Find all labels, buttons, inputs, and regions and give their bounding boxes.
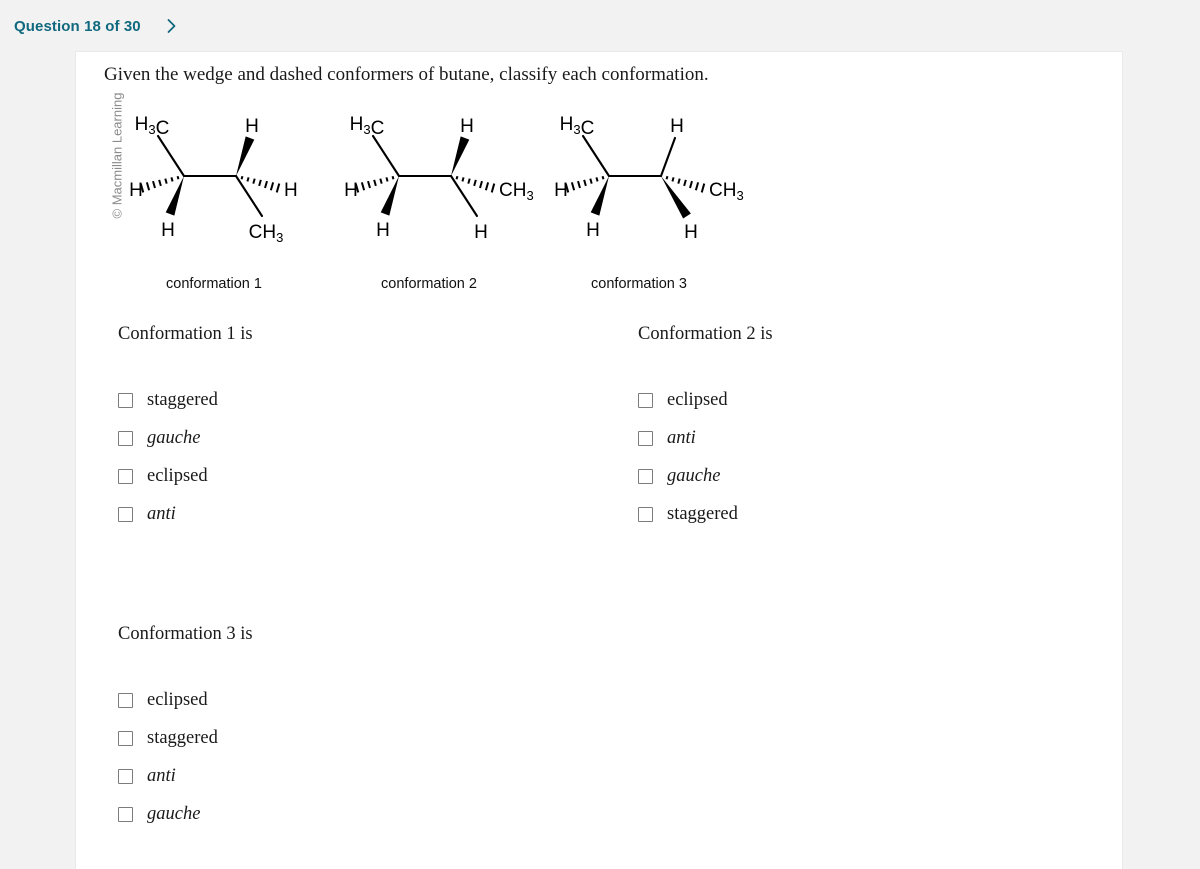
conformer-structure-1: H3C H H H H CH3 (106, 98, 322, 278)
svg-text:H: H (284, 180, 298, 201)
option-label: anti (147, 503, 176, 524)
conformer-figure-3: H3C H H H CH3 Hconformation 3 (531, 98, 747, 303)
option-label: eclipsed (667, 389, 728, 410)
svg-text:H: H (586, 220, 600, 241)
option-label: staggered (667, 503, 738, 524)
svg-text:H: H (460, 116, 474, 137)
checkbox-icon[interactable] (638, 468, 653, 484)
option-label: gauche (147, 427, 201, 448)
conformer-caption-3: conformation 3 (591, 276, 687, 292)
svg-text:H3C: H3C (560, 114, 595, 139)
option-label: anti (667, 427, 696, 448)
conformer-structure-2: H3C H H H CH3 H (321, 98, 537, 278)
answer-group-heading-3: Conformation 3 is (118, 624, 253, 644)
option-row[interactable]: anti (638, 419, 773, 457)
checkbox-icon[interactable] (118, 506, 133, 522)
svg-text:H: H (245, 116, 259, 137)
conformer-caption-1: conformation 1 (166, 276, 262, 292)
option-label: gauche (147, 803, 201, 824)
svg-text:H3C: H3C (135, 114, 170, 139)
svg-text:CH3: CH3 (709, 180, 744, 203)
svg-text:CH3: CH3 (249, 222, 284, 245)
svg-text:H: H (161, 220, 175, 241)
svg-text:H: H (376, 220, 390, 241)
option-label: anti (147, 765, 176, 786)
svg-text:H: H (684, 222, 698, 243)
svg-text:H: H (129, 180, 143, 201)
conformer-figure-1: H3C H H H H CH3 conformation 1 (106, 98, 322, 303)
option-row[interactable]: staggered (118, 719, 253, 757)
option-row[interactable]: staggered (638, 495, 773, 533)
option-label: staggered (147, 727, 218, 748)
option-row[interactable]: eclipsed (118, 457, 253, 495)
option-row[interactable]: gauche (638, 457, 773, 495)
conformer-structure-3: H3C H H H CH3 H (531, 98, 747, 278)
checkbox-icon[interactable] (118, 730, 133, 746)
svg-text:H: H (554, 180, 568, 201)
option-row[interactable]: eclipsed (118, 681, 253, 719)
checkbox-icon[interactable] (118, 430, 133, 446)
answer-group-heading-1: Conformation 1 is (118, 324, 253, 344)
svg-text:H: H (474, 222, 488, 243)
checkbox-icon[interactable] (638, 430, 653, 446)
answer-group-heading-2: Conformation 2 is (638, 324, 773, 344)
question-bar: Question 18 of 30 (0, 0, 1200, 52)
checkbox-icon[interactable] (638, 506, 653, 522)
checkbox-icon[interactable] (118, 692, 133, 708)
option-row[interactable]: gauche (118, 419, 253, 457)
answer-group-2: Conformation 2 is eclipsed anti gauche stagg… (638, 324, 773, 533)
conformer-figure-row: H3C H H H H CH3 conformation 1 H3C H H H CH3 Hconfor… (106, 98, 806, 303)
option-row[interactable]: eclipsed (638, 381, 773, 419)
conformer-figure-2: H3C H H H CH3 Hconformation 2 (321, 98, 537, 303)
option-label: eclipsed (147, 465, 208, 486)
question-card: © Macmillan Learning Given the wedge and… (76, 52, 1122, 869)
answer-group-3: Conformation 3 is eclipsed staggered anti ga… (118, 624, 253, 833)
conformer-caption-2: conformation 2 (381, 276, 477, 292)
option-row[interactable]: gauche (118, 795, 253, 833)
option-label: staggered (147, 389, 218, 410)
option-label: eclipsed (147, 689, 208, 710)
option-row[interactable]: anti (118, 495, 253, 533)
checkbox-icon[interactable] (118, 768, 133, 784)
checkbox-icon[interactable] (118, 392, 133, 408)
question-prompt: Given the wedge and dashed conformers of… (104, 64, 709, 85)
option-row[interactable]: staggered (118, 381, 253, 419)
option-label: gauche (667, 465, 721, 486)
question-counter: Question 18 of 30 (14, 17, 141, 35)
checkbox-icon[interactable] (118, 806, 133, 822)
svg-text:H: H (670, 116, 684, 137)
checkbox-icon[interactable] (118, 468, 133, 484)
svg-text:CH3: CH3 (499, 180, 534, 203)
option-row[interactable]: anti (118, 757, 253, 795)
svg-text:H: H (344, 180, 358, 201)
checkbox-icon[interactable] (638, 392, 653, 408)
chevron-right-icon[interactable] (163, 17, 181, 35)
svg-text:H3C: H3C (350, 114, 385, 139)
answer-group-1: Conformation 1 is staggered gauche eclipsed… (118, 324, 253, 533)
